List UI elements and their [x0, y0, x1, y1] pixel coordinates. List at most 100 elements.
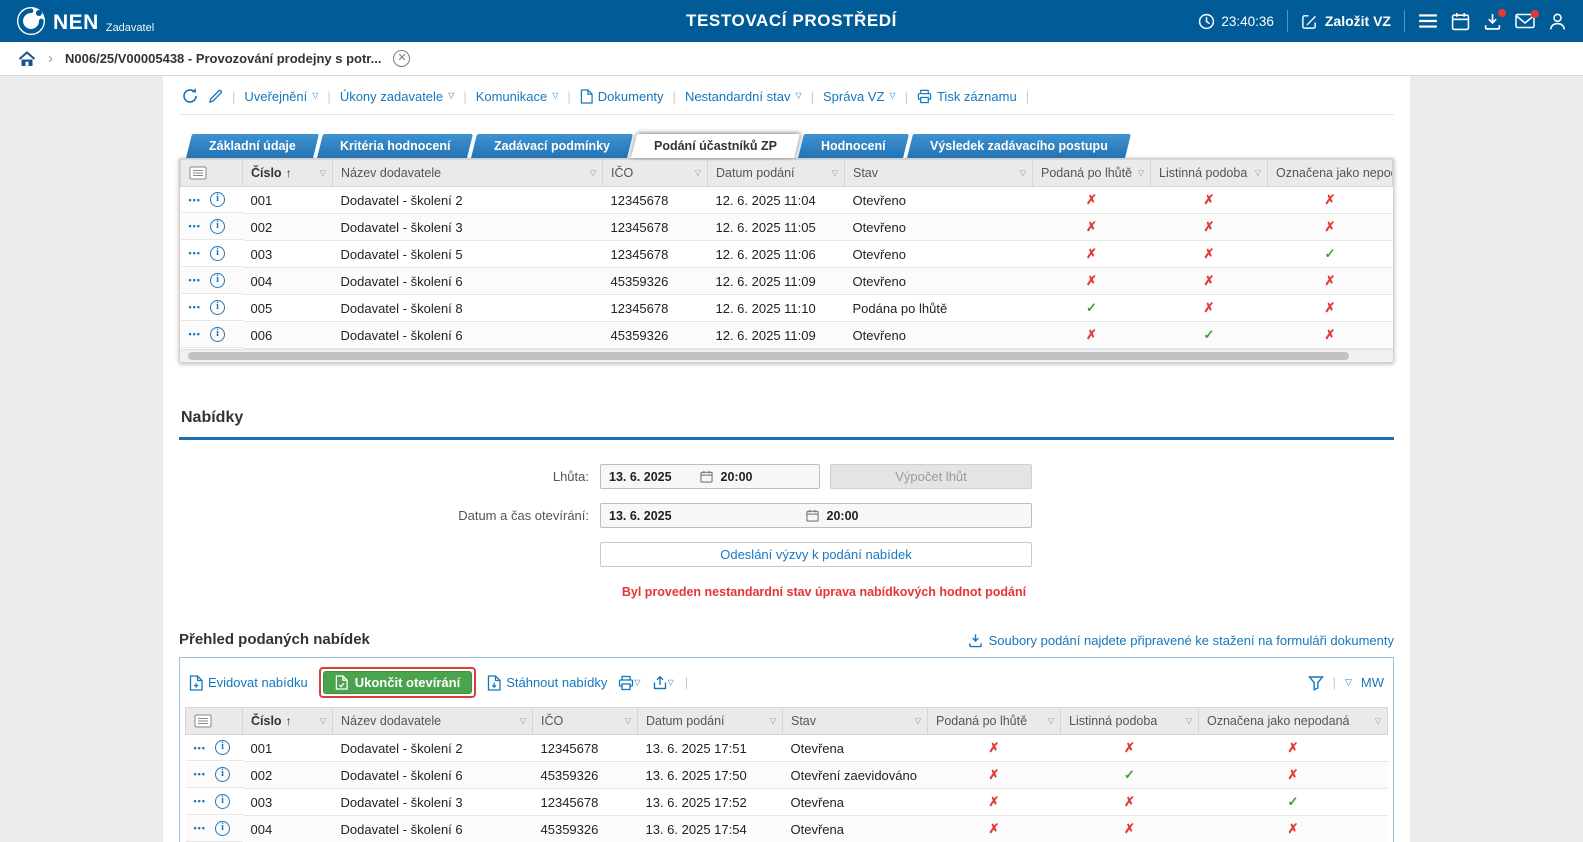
- deadline-datetime-field[interactable]: 13. 6. 2025 20:00: [600, 464, 820, 489]
- row-info-button[interactable]: i: [210, 300, 225, 315]
- edit-pencil-icon[interactable]: [208, 89, 223, 104]
- row-actions-button[interactable]: •••: [194, 796, 206, 806]
- column-header-ico[interactable]: IČO▽: [603, 160, 708, 187]
- row-actions-button[interactable]: •••: [189, 275, 201, 285]
- opening-datetime-field[interactable]: 13. 6. 2025 20:00: [600, 503, 1032, 528]
- column-header-datum-podani[interactable]: Datum podání▽: [638, 708, 783, 735]
- row-actions-button[interactable]: •••: [194, 823, 206, 833]
- column-header-nazev-dodavatele[interactable]: Název dodavatele▽: [333, 160, 603, 187]
- column-header-podana-po-lhute[interactable]: Podaná po lhůtě▽: [928, 708, 1061, 735]
- filter-caret-icon[interactable]: ▽: [770, 717, 776, 726]
- column-header-nazev-dodavatele[interactable]: Název dodavatele▽: [333, 708, 533, 735]
- filter-caret-icon[interactable]: ▽: [1048, 717, 1054, 726]
- filter-caret-icon[interactable]: ▽: [1138, 169, 1144, 178]
- row-actions-button[interactable]: •••: [194, 769, 206, 779]
- action-ukony-zadavatele[interactable]: Úkony zadavatele▽: [340, 89, 455, 104]
- row-actions-button[interactable]: •••: [189, 302, 201, 312]
- table-row[interactable]: •••i004Dodavatel - školení 64535932612. …: [181, 268, 1393, 295]
- column-header-datum-podani[interactable]: Datum podání▽: [708, 160, 845, 187]
- refresh-icon[interactable]: [181, 87, 199, 105]
- create-vz-button[interactable]: Založit VZ: [1301, 13, 1391, 30]
- grid-columns-icon[interactable]: [194, 714, 234, 728]
- tab-hodnoceni[interactable]: Hodnocení: [798, 134, 909, 158]
- filter-caret-icon[interactable]: ▽: [695, 169, 701, 178]
- action-nestandardni-stav[interactable]: Nestandardní stav▽: [685, 89, 802, 104]
- column-header-ico[interactable]: IČO▽: [533, 708, 638, 735]
- action-sprava-vz[interactable]: Správa VZ▽: [823, 89, 896, 104]
- close-record-icon[interactable]: ✕: [393, 50, 410, 67]
- filter-caret-icon[interactable]: ▽: [915, 717, 921, 726]
- grid-columns-icon[interactable]: [189, 166, 234, 180]
- row-actions-button[interactable]: •••: [189, 329, 201, 339]
- tab-vysledek-zadavaciho-postupu[interactable]: Výsledek zadávacího postupu: [907, 134, 1131, 158]
- breadcrumb-record[interactable]: N006/25/V00005438 - Provozování prodejny…: [65, 51, 381, 66]
- calc-deadlines-button[interactable]: Výpočet lhůt: [830, 464, 1032, 489]
- row-actions-button[interactable]: •••: [189, 195, 201, 205]
- view-selector-mw[interactable]: MW: [1361, 675, 1384, 690]
- row-actions-button[interactable]: •••: [194, 743, 206, 753]
- menu-icon[interactable]: [1418, 13, 1438, 29]
- filter-caret-icon[interactable]: ▽: [320, 169, 326, 178]
- row-actions-button[interactable]: •••: [189, 221, 201, 231]
- tab-zakladni-udaje[interactable]: Základní údaje: [186, 134, 319, 158]
- filter-caret-icon[interactable]: ▽: [1375, 717, 1381, 726]
- action-tisk-zaznamu[interactable]: Tisk záznamu: [917, 89, 1017, 104]
- row-info-button[interactable]: i: [215, 740, 230, 755]
- row-info-button[interactable]: i: [210, 246, 225, 261]
- column-header-listinna-podoba[interactable]: Listinná podoba▽: [1151, 160, 1268, 187]
- filter-caret-icon[interactable]: ▽: [1255, 169, 1261, 178]
- filter-caret-icon[interactable]: ▽: [832, 169, 838, 178]
- row-info-button[interactable]: i: [215, 821, 230, 836]
- finish-opening-button[interactable]: Ukončit otevírání: [323, 671, 472, 694]
- column-header-stav[interactable]: Stav▽: [783, 708, 928, 735]
- column-header-podana-po-lhute[interactable]: Podaná po lhůtě▽: [1033, 160, 1151, 187]
- user-icon[interactable]: [1548, 12, 1567, 31]
- calendar-icon[interactable]: [806, 509, 819, 522]
- tab-kriteria-hodnoceni[interactable]: Kritéria hodnocení: [317, 134, 473, 158]
- filter-caret-icon[interactable]: ▽: [625, 717, 631, 726]
- row-info-button[interactable]: i: [210, 273, 225, 288]
- submission-files-link[interactable]: Soubory podání najdete připravené ke sta…: [968, 633, 1394, 648]
- messages-icon[interactable]: [1515, 13, 1535, 29]
- action-uverejneni[interactable]: Uveřejnění▽: [244, 89, 318, 104]
- filter-caret-icon[interactable]: ▽: [1020, 169, 1026, 178]
- table-row[interactable]: •••i004Dodavatel - školení 64535932613. …: [186, 816, 1388, 842]
- send-invitation-button[interactable]: Odeslání výzvy k podání nabídek: [600, 542, 1032, 567]
- row-info-button[interactable]: i: [215, 794, 230, 809]
- column-header-listinna-podoba[interactable]: Listinná podoba▽: [1061, 708, 1199, 735]
- action-dokumenty[interactable]: Dokumenty: [580, 89, 664, 104]
- table-row[interactable]: •••i005Dodavatel - školení 81234567812. …: [181, 295, 1393, 322]
- row-actions-button[interactable]: •••: [189, 248, 201, 258]
- table-row[interactable]: •••i001Dodavatel - školení 21234567813. …: [186, 735, 1388, 762]
- downloads-icon[interactable]: [1483, 12, 1502, 31]
- print-table-button[interactable]: ▽: [618, 675, 640, 691]
- table-row[interactable]: •••i001Dodavatel - školení 21234567812. …: [181, 187, 1393, 214]
- home-icon[interactable]: [18, 51, 36, 67]
- download-offers-button[interactable]: Stáhnout nabídky: [487, 675, 607, 691]
- tab-podani-ucastniku-zp[interactable]: Podání účastníků ZP: [631, 134, 800, 158]
- table-row[interactable]: •••i002Dodavatel - školení 64535932613. …: [186, 762, 1388, 789]
- filter-caret-icon[interactable]: ▽: [520, 717, 526, 726]
- home-logo-link[interactable]: NEN Zadavatel: [16, 6, 154, 36]
- calendar-icon[interactable]: [1451, 12, 1470, 31]
- table-row[interactable]: •••i002Dodavatel - školení 31234567812. …: [181, 214, 1393, 241]
- filter-caret-icon[interactable]: ▽: [1186, 717, 1192, 726]
- column-header-stav[interactable]: Stav▽: [845, 160, 1033, 187]
- register-offer-button[interactable]: Evidovat nabídku: [189, 675, 308, 691]
- table-row[interactable]: •••i003Dodavatel - školení 31234567813. …: [186, 789, 1388, 816]
- export-table-button[interactable]: ▽: [652, 675, 674, 691]
- table-row[interactable]: •••i003Dodavatel - školení 51234567812. …: [181, 241, 1393, 268]
- row-info-button[interactable]: i: [210, 192, 225, 207]
- column-header-cislo[interactable]: Číslo↑▽: [243, 160, 333, 187]
- view-caret-icon[interactable]: ▽: [1345, 678, 1352, 687]
- column-header-oznacena-jako-nepodana[interactable]: Označena jako nepodaná▽: [1199, 708, 1388, 735]
- calendar-icon[interactable]: [700, 470, 713, 483]
- row-info-button[interactable]: i: [215, 767, 230, 782]
- filter-caret-icon[interactable]: ▽: [320, 717, 326, 726]
- filter-caret-icon[interactable]: ▽: [590, 169, 596, 178]
- column-header-cislo[interactable]: Číslo↑▽: [243, 708, 333, 735]
- horizontal-scrollbar-track[interactable]: [180, 349, 1393, 362]
- table-row[interactable]: •••i006Dodavatel - školení 64535932612. …: [181, 322, 1393, 349]
- column-header-oznacena-jako-nepodana[interactable]: Označena jako nepodaná: [1268, 160, 1393, 187]
- row-info-button[interactable]: i: [210, 219, 225, 234]
